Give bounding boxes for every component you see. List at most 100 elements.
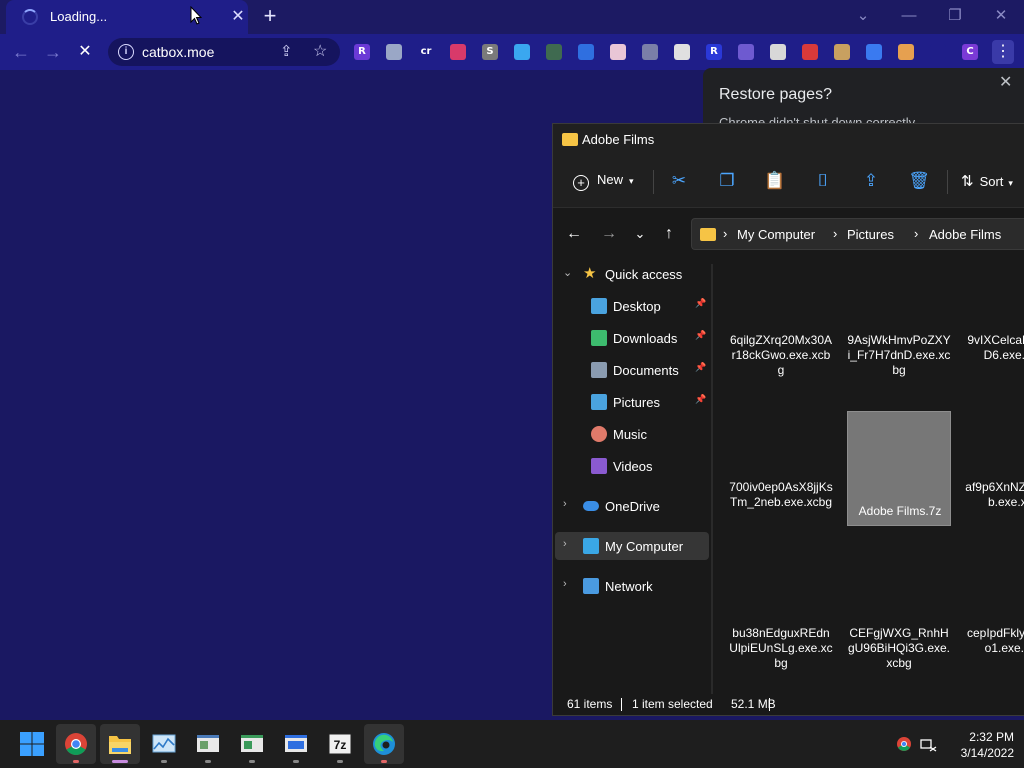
file-item[interactable]: 9AsjWkHmvPoZXYi_Fr7H7dnD.exe.xcbg [847, 264, 951, 379]
start-button[interactable] [12, 724, 52, 764]
up-arrow-icon[interactable]: ↑ [657, 222, 681, 246]
extension-s-gray-icon[interactable]: S [482, 44, 498, 60]
file-item[interactable]: CEFgjWXG_RnhHgU96BiHQi3G.exe.xcbg [847, 557, 951, 672]
pin-icon[interactable]: 📌 [695, 298, 706, 309]
extension-bucket-icon[interactable] [770, 44, 786, 60]
share-icon[interactable]: ⇪ [280, 42, 293, 60]
extension-green-s-icon[interactable] [546, 44, 562, 60]
extension-cloud-icon[interactable] [386, 44, 402, 60]
taskbar-task-manager[interactable] [144, 724, 184, 764]
restore-popup-close-icon[interactable]: ✕ [999, 72, 1012, 92]
system-clock[interactable]: 2:32 PM 3/14/2022 [944, 729, 1014, 761]
extension-tag-icon[interactable] [674, 44, 690, 60]
extension-profile-c-icon[interactable]: C [962, 44, 978, 60]
extension-flag-icon[interactable] [610, 44, 626, 60]
taskbar-chrome[interactable] [56, 724, 96, 764]
cut-icon[interactable]: ✂ [668, 170, 690, 192]
sidebar-item-network[interactable]: › Network [555, 572, 709, 600]
sidebar-item-videos[interactable]: Videos [555, 452, 709, 480]
file-item[interactable]: cepIpdFklyOfaGb1o1.exe.xcbg [965, 557, 1024, 672]
extension-shield-orange-icon[interactable] [898, 44, 914, 60]
extension-image-icon[interactable] [642, 44, 658, 60]
task-manager-icon [152, 734, 176, 753]
stop-loading-icon[interactable]: ✕ [72, 39, 98, 65]
file-item[interactable]: 9vIXCelcaFOLpczlD6.exe.xcbg [965, 264, 1024, 379]
sort-button[interactable]: ⇅ Sort ▾ [961, 172, 1013, 190]
file-item[interactable]: af9p6XnNZTK6qZ7b.exe.xcbg [965, 411, 1024, 526]
new-tab-button[interactable]: + [258, 5, 282, 29]
extension-r-blue-icon[interactable]: R [706, 44, 722, 60]
sidebar-item-my-computer[interactable]: › My Computer [555, 532, 709, 560]
taskbar-app-window-1[interactable] [188, 724, 228, 764]
tray-chrome-icon[interactable] [896, 736, 912, 752]
file-item[interactable]: Adobe Films.7z [847, 411, 951, 526]
sidebar-item-documents[interactable]: Documents 📌 [555, 356, 709, 384]
folder-icon [700, 228, 716, 241]
sidebar-item-music[interactable]: Music [555, 420, 709, 448]
videos-icon [591, 458, 607, 474]
extension-cursor-red-icon[interactable] [450, 44, 466, 60]
new-label: New [597, 172, 624, 187]
extension-card-red-icon[interactable] [802, 44, 818, 60]
rename-icon[interactable]: ⌷ [812, 170, 834, 192]
expand-chevron-icon[interactable]: › [563, 498, 567, 510]
sidebar-item-downloads[interactable]: Downloads 📌 [555, 324, 709, 352]
sidebar-item-quick-access[interactable]: ⌄ ★ Quick access [555, 260, 709, 288]
file-item[interactable]: bu38nEdguxREdnUlpiEUnSLg.exe.xcbg [729, 557, 833, 672]
restore-button[interactable]: ❐ [940, 4, 970, 28]
extension-grid-blue-icon[interactable] [578, 44, 594, 60]
extension-edge-swirl-icon[interactable] [514, 44, 530, 60]
share-icon[interactable]: ⇪ [860, 170, 882, 192]
delete-icon[interactable]: 🗑 [908, 170, 930, 192]
url-text: catbox.moe [142, 44, 215, 60]
expand-chevron-icon[interactable]: › [563, 578, 567, 590]
taskbar-file-explorer[interactable] [100, 724, 140, 764]
taskbar-app-window-2[interactable] [232, 724, 272, 764]
pin-icon[interactable]: 📌 [695, 330, 706, 341]
minimize-button[interactable]: — [894, 4, 924, 28]
browser-toolbar: ← → ✕ i catbox.moe ⇪ ☆ Rcr S R C [0, 34, 1024, 70]
extension-cr-icon[interactable]: cr [418, 44, 434, 60]
taskbar-app-window-3[interactable] [276, 724, 316, 764]
app-window-icon [285, 735, 307, 752]
back-arrow-icon[interactable]: ← [562, 222, 586, 246]
address-bar[interactable]: i catbox.moe ⇪ ☆ [108, 38, 340, 66]
taskbar-7zip[interactable]: 7z [320, 724, 360, 764]
tab-close-icon[interactable]: ✕ [228, 7, 248, 27]
sidebar-item-label: My Computer [605, 539, 684, 554]
pin-icon[interactable]: 📌 [695, 362, 706, 373]
browser-tab[interactable]: Loading... ✕ [6, 0, 248, 34]
forward-arrow-icon[interactable]: → [597, 222, 621, 246]
extension-dog-icon[interactable] [834, 44, 850, 60]
close-window-button[interactable]: ✕ [986, 4, 1016, 28]
breadcrumb-pictures[interactable]: Pictures [847, 227, 894, 242]
collapse-chevron-icon[interactable]: ⌄ [563, 266, 572, 279]
star-icon: ★ [583, 265, 597, 282]
explorer-address-bar[interactable]: › My Computer › Pictures › Adobe Films [691, 218, 1024, 250]
sidebar-item-desktop[interactable]: Desktop 📌 [555, 292, 709, 320]
new-button[interactable]: + New ▾ [573, 172, 634, 191]
tab-search-chevron-icon[interactable]: ⌄ [848, 4, 878, 28]
chrome-menu-icon[interactable]: ⋮ [992, 40, 1014, 64]
network-volume-icon[interactable] [920, 735, 938, 753]
breadcrumb-my-computer[interactable]: My Computer [737, 227, 815, 242]
bookmark-star-icon[interactable]: ☆ [313, 41, 327, 61]
extension-r-purple-icon[interactable]: R [354, 44, 370, 60]
pin-icon[interactable]: 📌 [695, 394, 706, 405]
extension-puzzle-icon[interactable] [930, 44, 946, 60]
expand-chevron-icon[interactable]: › [563, 538, 567, 550]
extension-link-icon[interactable] [738, 44, 754, 60]
file-item[interactable]: 6qilgZXrq20Mx30Ar18ckGwo.exe.xcbg [729, 264, 833, 379]
command-separator [653, 170, 654, 194]
back-arrow-icon[interactable]: ← [8, 39, 34, 65]
site-info-icon[interactable]: i [118, 44, 134, 60]
copy-icon[interactable]: ❐ [716, 170, 738, 192]
sidebar-item-pictures[interactable]: Pictures 📌 [555, 388, 709, 416]
breadcrumb-adobe-films[interactable]: Adobe Films [929, 227, 1001, 242]
taskbar-edge[interactable] [364, 724, 404, 764]
recent-locations-chevron-icon[interactable]: ⌄ [628, 222, 652, 246]
extension-play-icon[interactable] [866, 44, 882, 60]
sidebar-item-onedrive[interactable]: › OneDrive [555, 492, 709, 520]
forward-arrow-icon[interactable]: → [40, 39, 66, 65]
file-item[interactable]: 700iv0ep0AsX8jjKsTm_2neb.exe.xcbg [729, 411, 833, 526]
